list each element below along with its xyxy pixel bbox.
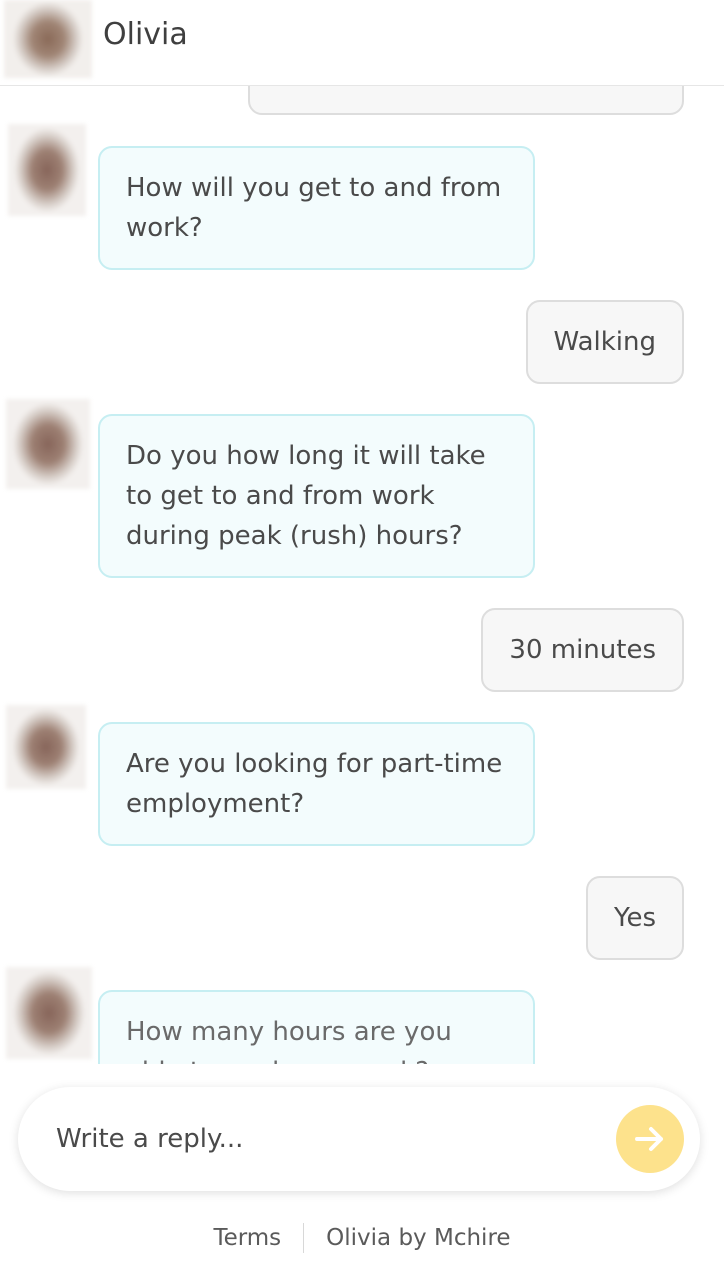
message-text: Walking xyxy=(553,327,656,357)
footer-divider xyxy=(303,1223,305,1253)
message-text: Are you looking for part-time employment… xyxy=(126,749,503,819)
bot-message: How many hours are you able to work per … xyxy=(98,990,535,1064)
terms-link[interactable]: Terms xyxy=(213,1225,281,1251)
bot-message: Are you looking for part-time employment… xyxy=(98,722,535,846)
reply-input[interactable] xyxy=(54,1109,598,1169)
send-button[interactable] xyxy=(616,1105,684,1173)
bot-message: Do you how long it will take to get to a… xyxy=(98,414,535,578)
user-message: Walking xyxy=(525,300,684,384)
message-list[interactable]: How will you get to and from work? Walki… xyxy=(0,0,724,1064)
chat-page: How will you get to and from work? Walki… xyxy=(0,0,724,1262)
message-text: 30 minutes xyxy=(509,635,656,665)
message-text: How many hours are you able to work per … xyxy=(126,1017,452,1064)
assistant-name: Olivia xyxy=(103,17,188,52)
bot-avatar xyxy=(6,967,92,1059)
reply-composer xyxy=(18,1087,700,1191)
bot-avatar xyxy=(6,399,90,489)
user-message: Yes xyxy=(586,876,684,960)
message-text: How will you get to and from work? xyxy=(126,173,502,243)
message-text: Do you how long it will take to get to a… xyxy=(126,441,486,551)
arrow-right-icon xyxy=(635,1127,663,1151)
brand-link[interactable]: Olivia by Mchire xyxy=(326,1225,510,1251)
user-message: 30 minutes xyxy=(481,608,684,692)
olivia-avatar xyxy=(4,0,92,78)
bot-avatar xyxy=(8,124,86,216)
chat-header: Olivia xyxy=(0,0,724,86)
footer: Terms Olivia by Mchire xyxy=(0,1214,724,1262)
bot-message: How will you get to and from work? xyxy=(98,146,535,270)
bot-avatar xyxy=(6,705,86,789)
message-text: Yes xyxy=(614,903,656,933)
